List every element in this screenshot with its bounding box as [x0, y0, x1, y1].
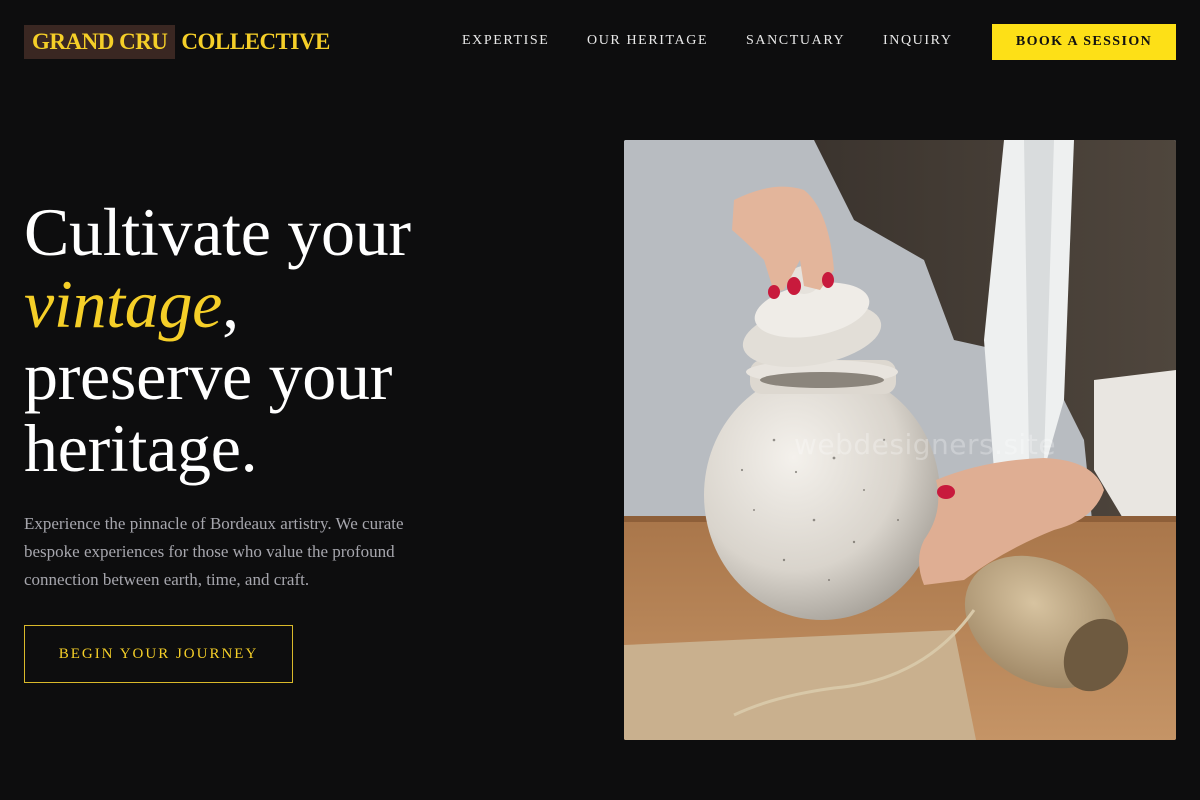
headline-accent-suffix: ,: [222, 266, 239, 342]
hero-headline: Cultivate your vintage, preserve your he…: [24, 196, 584, 484]
hero-description: Experience the pinnacle of Bordeaux arti…: [24, 514, 404, 589]
site-header: GRAND CRU COLLECTIVE EXPERTISE OUR HERIT…: [0, 0, 1200, 84]
book-session-button[interactable]: BOOK A SESSION: [992, 24, 1176, 60]
logo[interactable]: GRAND CRU COLLECTIVE: [24, 25, 330, 59]
begin-journey-button[interactable]: BEGIN YOUR JOURNEY: [24, 625, 293, 683]
hero-image: webdesigners.site: [624, 140, 1176, 740]
headline-line-4: heritage.: [24, 410, 258, 486]
logo-text: COLLECTIVE: [181, 29, 330, 54]
headline-accent: vintage: [24, 266, 223, 342]
logo-highlight: GRAND CRU: [24, 25, 176, 59]
image-watermark: webdesigners.site: [793, 428, 1057, 461]
headline-line-3: preserve your: [24, 338, 393, 414]
nav-link-our-heritage[interactable]: OUR HERITAGE: [587, 32, 708, 50]
nav-link-inquiry[interactable]: INQUIRY: [883, 32, 953, 50]
headline-line-1: Cultivate your: [24, 194, 411, 270]
nav-link-sanctuary[interactable]: SANCTUARY: [746, 32, 845, 50]
nav-link-expertise[interactable]: EXPERTISE: [462, 32, 549, 50]
